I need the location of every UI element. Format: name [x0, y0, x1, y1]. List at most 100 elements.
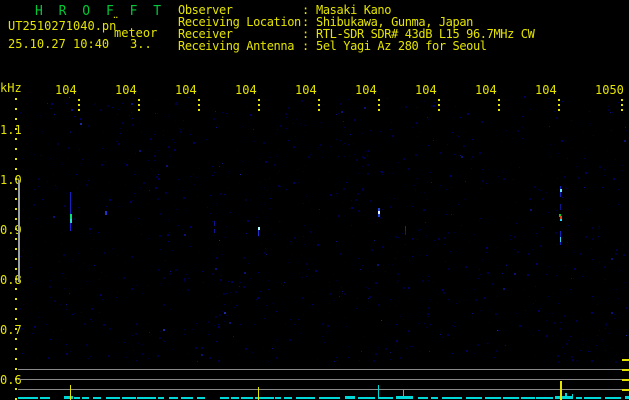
noise-dot [168, 116, 169, 117]
noise-dot [329, 282, 330, 283]
noise-dot [190, 226, 192, 228]
noise-dot [62, 273, 63, 274]
noise-dot [190, 246, 191, 247]
noise-dot [351, 207, 353, 209]
noise-dot [458, 204, 459, 205]
signal-trace-segment [521, 397, 535, 399]
noise-dot [623, 254, 625, 256]
noise-dot [583, 333, 584, 334]
noise-dot [505, 345, 506, 346]
noise-dot [135, 218, 136, 219]
noise-dot [398, 237, 399, 238]
noise-dot [79, 149, 80, 150]
noise-dot [72, 314, 73, 315]
noise-dot [549, 157, 550, 158]
noise-dot [415, 238, 416, 239]
noise-dot [276, 156, 277, 157]
noise-dot [50, 108, 51, 109]
noise-dot [371, 249, 373, 251]
noise-dot [558, 303, 559, 304]
noise-dot [81, 312, 82, 313]
noise-dot [231, 315, 232, 316]
noise-dot [258, 236, 259, 237]
noise-dot [142, 353, 144, 355]
signal-spike-1 [403, 390, 404, 399]
noise-dot [37, 307, 38, 308]
signal-spike-3 [572, 394, 573, 399]
noise-dot [397, 342, 398, 343]
noise-dot [557, 355, 559, 357]
noise-dot [208, 321, 210, 323]
noise-dot [184, 234, 186, 236]
freq-tick-dot [15, 258, 17, 260]
noise-dot [339, 296, 340, 297]
noise-dot [224, 321, 225, 322]
noise-dot [499, 317, 500, 318]
level-gridline [18, 369, 629, 370]
noise-dot [250, 114, 252, 116]
freq-tick-dot [15, 148, 17, 150]
noise-dot [618, 102, 619, 103]
noise-dot [216, 127, 217, 128]
time-tick-dot [438, 99, 440, 101]
noise-dot [65, 278, 66, 279]
noise-dot [448, 232, 450, 234]
noise-dot [305, 165, 306, 166]
noise-dot [289, 339, 291, 341]
noise-dot [549, 126, 550, 127]
meteor-echo-segment-23 [560, 242, 561, 245]
signal-trace-segment [345, 396, 355, 399]
noise-dot [319, 209, 320, 210]
noise-dot [217, 171, 218, 172]
noise-dot [382, 246, 384, 248]
noise-dot [454, 326, 455, 327]
noise-dot [514, 249, 515, 250]
noise-dot [533, 335, 534, 336]
freq-unit-label: kHz [0, 81, 22, 95]
event-marker-spike-2 [560, 381, 562, 400]
noise-dot [441, 332, 442, 333]
noise-dot [27, 277, 28, 278]
noise-dot [454, 322, 455, 323]
noise-dot [483, 297, 484, 298]
noise-dot [135, 226, 136, 227]
noise-dot [32, 333, 33, 334]
noise-dot [118, 143, 120, 145]
noise-dot [576, 166, 577, 167]
noise-dot [64, 288, 65, 289]
noise-dot [566, 188, 567, 189]
noise-dot [451, 187, 452, 188]
noise-dot [535, 210, 536, 211]
meteor-echo-segment-3 [70, 223, 71, 231]
noise-dot [397, 273, 399, 275]
noise-dot [257, 297, 259, 299]
noise-dot [416, 178, 417, 179]
noise-dot [237, 234, 238, 235]
noise-dot [100, 109, 102, 111]
time-tick-dot [138, 104, 140, 106]
signal-trace-segment [181, 397, 193, 399]
noise-dot [302, 297, 304, 299]
noise-dot [265, 256, 266, 257]
noise-dot [183, 128, 184, 129]
time-label-4: 104 [295, 83, 317, 97]
noise-dot [362, 166, 363, 167]
noise-dot [118, 109, 119, 110]
noise-dot [529, 296, 530, 297]
noise-dot [574, 252, 575, 253]
noise-dot [570, 289, 571, 290]
noise-dot [535, 300, 536, 301]
noise-dot [614, 314, 615, 315]
counter: 3.. [130, 37, 152, 51]
time-label-7: 104 [475, 83, 497, 97]
noise-dot [304, 244, 305, 245]
noise-dot [86, 281, 87, 282]
noise-dot [168, 241, 169, 242]
noise-dot [440, 334, 441, 335]
noise-dot [38, 178, 40, 180]
noise-dot [242, 126, 243, 127]
noise-dot [514, 273, 516, 275]
noise-dot [250, 278, 251, 279]
noise-dot [126, 164, 128, 166]
noise-dot [534, 186, 536, 188]
